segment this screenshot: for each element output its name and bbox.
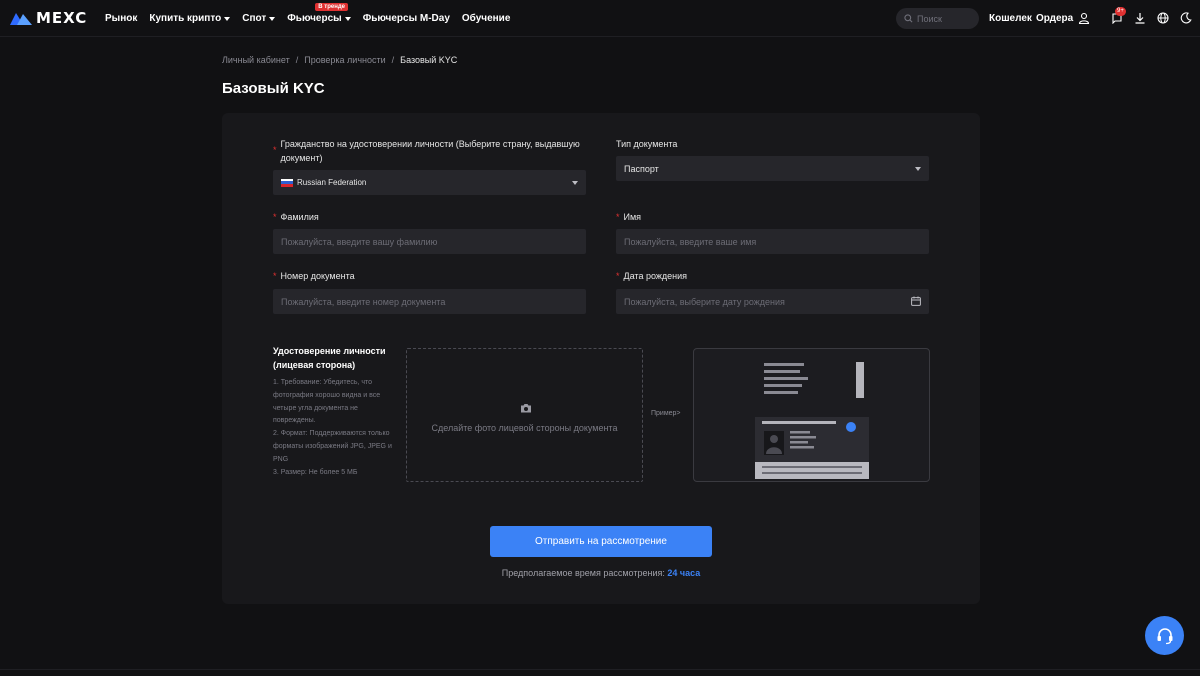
- first-name-placeholder: Пожалуйста, введите ваше имя: [624, 236, 757, 247]
- upload-requirement: 3. Размер: Не более 5 МБ: [273, 468, 358, 476]
- top-header: MEXC Рынок Купить крипто Спот В тренде Фь…: [0, 0, 1200, 37]
- citizenship-label-text: Гражданство на удостоверении личности (В…: [280, 139, 580, 163]
- review-time-note: Предполагаемое время рассмотрения: 24 ча…: [222, 568, 980, 578]
- chevron-down-icon: [269, 16, 276, 21]
- review-time-label: Предполагаемое время рассмотрения:: [501, 568, 665, 578]
- upload-dropzone[interactable]: Сделайте фото лицевой стороны документа: [406, 348, 643, 482]
- review-time-value: 24 часа: [667, 568, 701, 578]
- passport-example-illustration: [755, 362, 869, 479]
- search-icon: [904, 14, 913, 23]
- nav-buy-crypto-label: Купить крипто: [149, 13, 222, 24]
- doc-type-value: Паспорт: [624, 163, 659, 174]
- last-name-label: * Фамилия: [273, 210, 319, 224]
- nav-market[interactable]: Рынок: [105, 13, 137, 24]
- breadcrumb-current: Базовый KYC: [400, 55, 458, 65]
- required-mark: *: [273, 271, 277, 281]
- search-placeholder: Поиск: [917, 13, 942, 24]
- submit-button[interactable]: Отправить на рассмотрение: [490, 526, 712, 557]
- last-name-field[interactable]: Пожалуйста, введите вашу фамилию: [273, 229, 586, 254]
- logo-text: MEXC: [36, 9, 88, 27]
- footer-divider: [0, 669, 1200, 670]
- citizenship-select[interactable]: Russian Federation: [273, 170, 586, 195]
- example-document-image: [693, 348, 930, 482]
- globe-icon[interactable]: [1156, 11, 1170, 25]
- first-name-label-text: Имя: [623, 212, 642, 222]
- support-chat-button[interactable]: [1145, 616, 1184, 655]
- doc-type-label: Тип документа: [616, 139, 678, 149]
- citizenship-value: Russian Federation: [297, 178, 367, 187]
- first-name-field[interactable]: Пожалуйста, введите ваше имя: [616, 229, 929, 254]
- user-icon[interactable]: [1077, 11, 1091, 25]
- birth-date-label-text: Дата рождения: [623, 271, 688, 281]
- upload-requirement: 1. Требование: Убедитесь, что фотография…: [273, 379, 381, 425]
- first-name-label: * Имя: [616, 210, 641, 224]
- russia-flag-icon: [281, 178, 293, 187]
- required-mark: *: [616, 212, 620, 222]
- moon-icon[interactable]: [1179, 11, 1193, 25]
- upload-requirements: 1. Требование: Убедитесь, что фотография…: [273, 377, 393, 479]
- required-mark: *: [273, 212, 277, 222]
- doc-number-placeholder: Пожалуйста, введите номер документа: [281, 296, 446, 307]
- birth-date-label: * Дата рождения: [616, 269, 687, 283]
- trending-badge: В тренде: [315, 3, 348, 11]
- required-mark: *: [273, 145, 277, 155]
- upload-hint: Сделайте фото лицевой стороны документа: [431, 423, 618, 433]
- mexc-logo-icon: [10, 13, 32, 25]
- download-icon[interactable]: [1133, 11, 1147, 25]
- mexc-logo[interactable]: MEXC: [10, 11, 87, 26]
- kyc-form-card: * Гражданство на удостоверении личности …: [222, 113, 980, 604]
- doc-type-select[interactable]: Паспорт: [616, 156, 929, 181]
- breadcrumb-account[interactable]: Личный кабинет: [222, 55, 290, 65]
- doc-number-label: * Номер документа: [273, 269, 355, 283]
- required-mark: *: [616, 271, 620, 281]
- camera-icon: [521, 404, 531, 413]
- nav-futures-mday[interactable]: Фьючерсы M-Day: [363, 13, 450, 24]
- birth-date-field[interactable]: Пожалуйста, выберите дату рождения: [616, 289, 929, 314]
- nav-learn-label: Обучение: [461, 13, 511, 24]
- nav-market-label: Рынок: [105, 13, 138, 24]
- breadcrumb-separator: /: [391, 55, 395, 65]
- last-name-placeholder: Пожалуйста, введите вашу фамилию: [281, 236, 438, 247]
- citizenship-label: * Гражданство на удостоверении личности …: [273, 137, 583, 165]
- chevron-down-icon: [224, 16, 231, 21]
- upload-title: Удостоверение личности (лицевая сторона): [273, 346, 386, 370]
- nav-buy-crypto[interactable]: Купить крипто: [149, 13, 231, 24]
- search-input[interactable]: Поиск: [896, 8, 979, 29]
- nav-futures[interactable]: В тренде Фьючерсы: [287, 3, 351, 24]
- headset-icon: [1157, 627, 1172, 644]
- nav-spot[interactable]: Спот: [242, 13, 276, 24]
- nav-learn[interactable]: Обучение: [462, 13, 511, 24]
- page-title: Базовый KYC: [222, 80, 325, 97]
- chevron-down-icon: [572, 181, 578, 185]
- main-nav: Рынок Купить крипто Спот В тренде Фьючерс…: [105, 0, 522, 37]
- last-name-label-text: Фамилия: [280, 212, 319, 222]
- breadcrumb-separator: /: [295, 55, 299, 65]
- orders-link[interactable]: Ордера: [1036, 13, 1073, 24]
- nav-futures-mday-label: Фьючерсы M-Day: [362, 13, 450, 24]
- breadcrumb: Личный кабинет / Проверка личности / Баз…: [222, 55, 457, 65]
- nav-spot-label: Спот: [242, 13, 267, 24]
- doc-number-field[interactable]: Пожалуйста, введите номер документа: [273, 289, 586, 314]
- chevron-down-icon: [915, 167, 921, 171]
- example-link[interactable]: Пример>: [651, 410, 681, 417]
- bell-icon[interactable]: 9+: [1110, 7, 1126, 25]
- doc-number-label-text: Номер документа: [280, 271, 355, 281]
- nav-futures-label: Фьючерсы: [287, 13, 342, 24]
- breadcrumb-verification[interactable]: Проверка личности: [304, 55, 385, 65]
- wallet-link[interactable]: Кошелек: [989, 13, 1032, 24]
- upload-requirement: 2. Формат: Поддерживаются только форматы…: [273, 430, 392, 463]
- notification-count: 9+: [1115, 7, 1126, 16]
- calendar-icon[interactable]: [911, 296, 921, 306]
- birth-date-placeholder: Пожалуйста, выберите дату рождения: [624, 296, 785, 307]
- chevron-down-icon: [344, 16, 351, 21]
